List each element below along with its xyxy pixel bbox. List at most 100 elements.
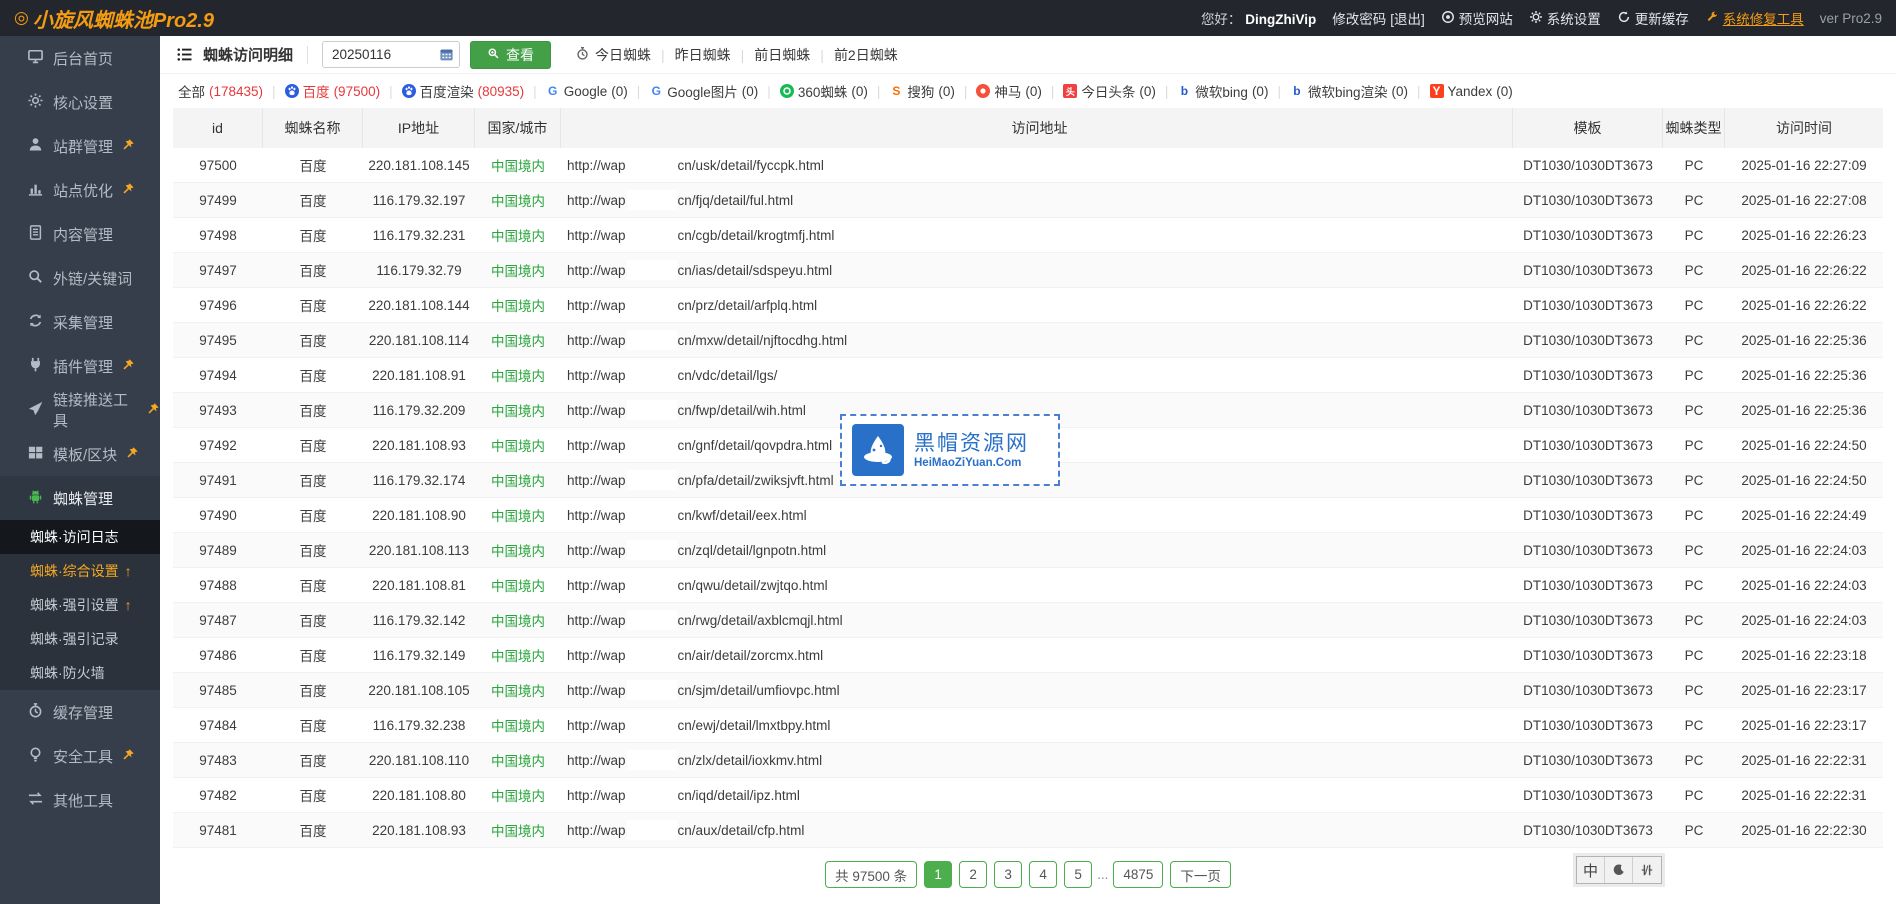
submenu-item[interactable]: 蜘蛛·访问日志 [0,520,160,554]
page-title: 蜘蛛访问明细 [203,44,293,65]
masked-domain [627,785,677,805]
spider-filter[interactable]: 头今日头条(0) [1063,81,1156,101]
change-password-link[interactable]: 修改密码 [退出] [1332,8,1425,28]
cell-visit-time: 2025-01-16 22:23:17 [1725,683,1883,698]
sidebar-item[interactable]: 站点优化 [0,168,160,212]
document-icon [27,224,44,245]
page-button[interactable]: 1 [924,861,952,888]
cell-visit-time: 2025-01-16 22:25:36 [1725,333,1883,348]
view-button[interactable]: 查看 [470,41,551,69]
submenu-item[interactable]: 蜘蛛·综合设置↑ [0,554,160,588]
sidebar-item[interactable]: 站群管理 [0,124,160,168]
cell-visit-time: 2025-01-16 22:24:03 [1725,543,1883,558]
ime-lang-button[interactable]: 中 [1577,857,1605,883]
cell-template: DT1030/1030DT3673 [1513,473,1663,488]
sidebar-item[interactable]: 模板/区块 [0,432,160,476]
sidebar-item[interactable]: 安全工具 [0,734,160,778]
submenu-item[interactable]: 蜘蛛·强引设置↑ [0,588,160,622]
cell-spider-name: 百度 [263,715,363,735]
filter-count: (0) [1391,84,1408,99]
baidu-icon [402,84,416,98]
sidebar-item[interactable]: 链接推送工具 [0,388,160,432]
google-icon: G [649,84,663,98]
wrench-icon [1705,10,1719,27]
sidebar-item[interactable]: 采集管理 [0,300,160,344]
filter-count: (0) [1025,84,1042,99]
spider-filter[interactable]: GGoogle(0) [546,84,628,99]
spider-filter[interactable]: YYandex(0) [1430,84,1513,99]
quick-link[interactable]: 今日蜘蛛 [575,45,651,65]
page-button[interactable]: 2 [959,861,987,888]
divider: | [1051,84,1055,99]
sidebar-item[interactable]: 核心设置 [0,80,160,124]
last-page-button[interactable]: 4875 [1113,861,1163,888]
cell-url: http://wapcn/ewj/detail/lmxtbpy.html [561,715,1513,735]
preview-site-link[interactable]: 预览网站 [1441,8,1513,28]
cell-spider-name: 百度 [263,295,363,315]
submenu-item[interactable]: 蜘蛛·防火墙 [0,656,160,690]
sidebar-item-label: 插件管理 [53,356,113,377]
cell-template: DT1030/1030DT3673 [1513,298,1663,313]
quick-links: 今日蜘蛛|昨日蜘蛛|前日蜘蛛|前2日蜘蛛 [575,45,898,65]
update-cache-link[interactable]: 更新缓存 [1617,8,1689,28]
spider-filter[interactable]: 神马(0) [976,81,1042,101]
page-button[interactable]: 3 [994,861,1022,888]
spider-filter[interactable]: 百度渲染(80935) [402,81,525,101]
page-button[interactable]: 4 [1029,861,1057,888]
sidebar-item[interactable]: 外链/关键词 [0,256,160,300]
sidebar-item[interactable]: 插件管理 [0,344,160,388]
list-icon [176,46,193,63]
cell-url: http://wapcn/ias/detail/sdspeyu.html [561,260,1513,280]
pin-icon [126,446,139,463]
quick-link[interactable]: 昨日蜘蛛 [675,45,731,65]
ime-language-bar[interactable]: 中 [1576,856,1662,884]
cell-spider-name: 百度 [263,680,363,700]
spider-filter[interactable]: b微软bing渲染(0) [1290,81,1408,101]
cell-spider-type: PC [1663,543,1725,558]
sidebar-item[interactable]: 后台首页 [0,36,160,80]
split-keyboard-icon[interactable] [1633,857,1661,883]
sidebar-item[interactable]: 蜘蛛管理 [0,476,160,520]
column-header: 访问时间 [1725,108,1883,148]
quick-link[interactable]: 前日蜘蛛 [754,45,810,65]
cell-template: DT1030/1030DT3673 [1513,333,1663,348]
clock-icon [27,702,44,723]
cell-region: 中国境内 [475,330,561,350]
submenu-item[interactable]: 蜘蛛·强引记录 [0,622,160,656]
spider-filter[interactable]: 百度(97500) [285,81,381,101]
sidebar-item[interactable]: 其他工具 [0,778,160,822]
masked-domain [627,295,677,315]
cell-template: DT1030/1030DT3673 [1513,368,1663,383]
submenu-item-label: 蜘蛛·综合设置 [30,561,119,581]
spider-filter-bar: 全部(178435)|百度(97500)|百度渲染(80935)|GGoogle… [160,74,1896,108]
crescent-icon[interactable] [1605,857,1633,883]
calendar-icon[interactable] [439,47,454,62]
filter-count: (0) [1496,84,1513,99]
pin-icon [122,748,135,765]
spider-filter[interactable]: S搜狗(0) [889,81,955,101]
next-page-button[interactable]: 下一页 [1170,861,1231,888]
column-header: 蜘蛛类型 [1663,108,1725,148]
repair-tool-link[interactable]: 系统修复工具 [1705,8,1804,28]
masked-domain [627,540,677,560]
page-button[interactable]: 5 [1064,861,1092,888]
spider-filter[interactable]: b微软bing(0) [1177,81,1268,101]
cell-spider-type: PC [1663,263,1725,278]
logout-link[interactable]: [退出] [1390,8,1425,28]
system-settings-link[interactable]: 系统设置 [1529,8,1601,28]
spider-filter[interactable]: 全部(178435) [178,81,263,101]
cell-visit-time: 2025-01-16 22:22:31 [1725,753,1883,768]
cell-region: 中国境内 [475,400,561,420]
table-row: 97497百度116.179.32.79中国境内http://wapcn/ias… [173,253,1883,288]
toutiao-icon: 头 [1063,84,1077,98]
sidebar-item[interactable]: 缓存管理 [0,690,160,734]
spider-filter[interactable]: 360蜘蛛(0) [780,81,868,101]
sidebar-item[interactable]: 内容管理 [0,212,160,256]
spider-filter[interactable]: GGoogle图片(0) [649,81,758,101]
watermark-text: 黑帽资源网 HeiMaoZiYuan.Com [914,431,1029,469]
cell-ip: 116.179.32.231 [363,228,475,243]
quick-link[interactable]: 前2日蜘蛛 [834,45,898,65]
cell-spider-type: PC [1663,718,1725,733]
cell-region: 中国境内 [475,715,561,735]
masked-domain [627,400,677,420]
